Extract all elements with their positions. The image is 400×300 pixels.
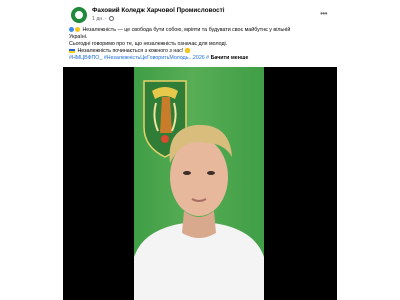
video-frame: [134, 67, 264, 300]
post-time[interactable]: 1 дн.: [92, 16, 104, 22]
post-line-1: Незалежність — це свобода бути собою, мр…: [69, 27, 331, 34]
post-text: Незалежність — це свобода бути собою, мр…: [69, 27, 331, 62]
heart-emoji-icon: [69, 27, 74, 32]
ukraine-flag-icon: [69, 48, 75, 53]
heart-emoji-icon: [75, 27, 80, 32]
hand-emoji-icon: [184, 48, 190, 53]
page-name[interactable]: Фаховий Коледж Харчової Промисловості: [92, 7, 224, 14]
see-less-link[interactable]: Бачити менше: [211, 55, 249, 61]
facebook-post: Фаховий Коледж Харчової Промисловості 1 …: [63, 0, 337, 300]
post-line-4: Незалежність починається з кожного з нас…: [69, 48, 331, 55]
post-meta: 1 дн. ·: [92, 16, 115, 22]
post-hashtags-line: #НМЦВФПО_ #НезалежністьЦеГоворитьМолодь.…: [69, 55, 331, 62]
page-avatar-icon[interactable]: [71, 7, 87, 23]
post-header: Фаховий Коледж Харчової Промисловості 1 …: [71, 6, 329, 24]
hashtags[interactable]: #НМЦВФПО_ #НезалежністьЦеГоворитьМолодь.…: [69, 55, 209, 61]
post-line-2: Україні.: [69, 34, 88, 40]
globe-icon: [109, 16, 115, 21]
person-figure: [134, 124, 264, 300]
more-options-icon[interactable]: •••: [320, 9, 327, 18]
post-line-3: Сьогодні говоримо про те, що незалежніст…: [69, 41, 228, 47]
post-video[interactable]: [63, 67, 337, 300]
